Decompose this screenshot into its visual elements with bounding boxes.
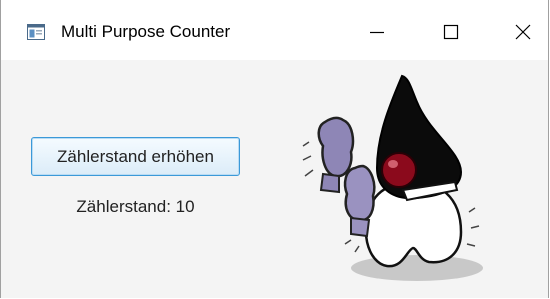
maximize-icon <box>443 24 459 40</box>
java-duke-boxing-mascot <box>302 74 483 281</box>
maximize-button[interactable] <box>427 12 475 52</box>
minimize-icon <box>370 31 384 34</box>
increment-counter-button[interactable]: Zählerstand erhöhen <box>31 137 240 176</box>
title-bar[interactable]: Multi Purpose Counter <box>1 0 548 60</box>
minimize-button[interactable] <box>353 12 401 52</box>
window-title: Multi Purpose Counter <box>61 22 231 41</box>
counter-label: Zählerstand: 10 <box>76 197 195 216</box>
java-app-icon <box>27 24 45 40</box>
close-icon <box>515 24 531 40</box>
close-button[interactable] <box>499 12 547 52</box>
content-pane: Zählerstand erhöhen Zählerstand: 10 <box>1 60 548 298</box>
app-window: Multi Purpose Counter Zählerstand erhöhe… <box>0 0 549 298</box>
